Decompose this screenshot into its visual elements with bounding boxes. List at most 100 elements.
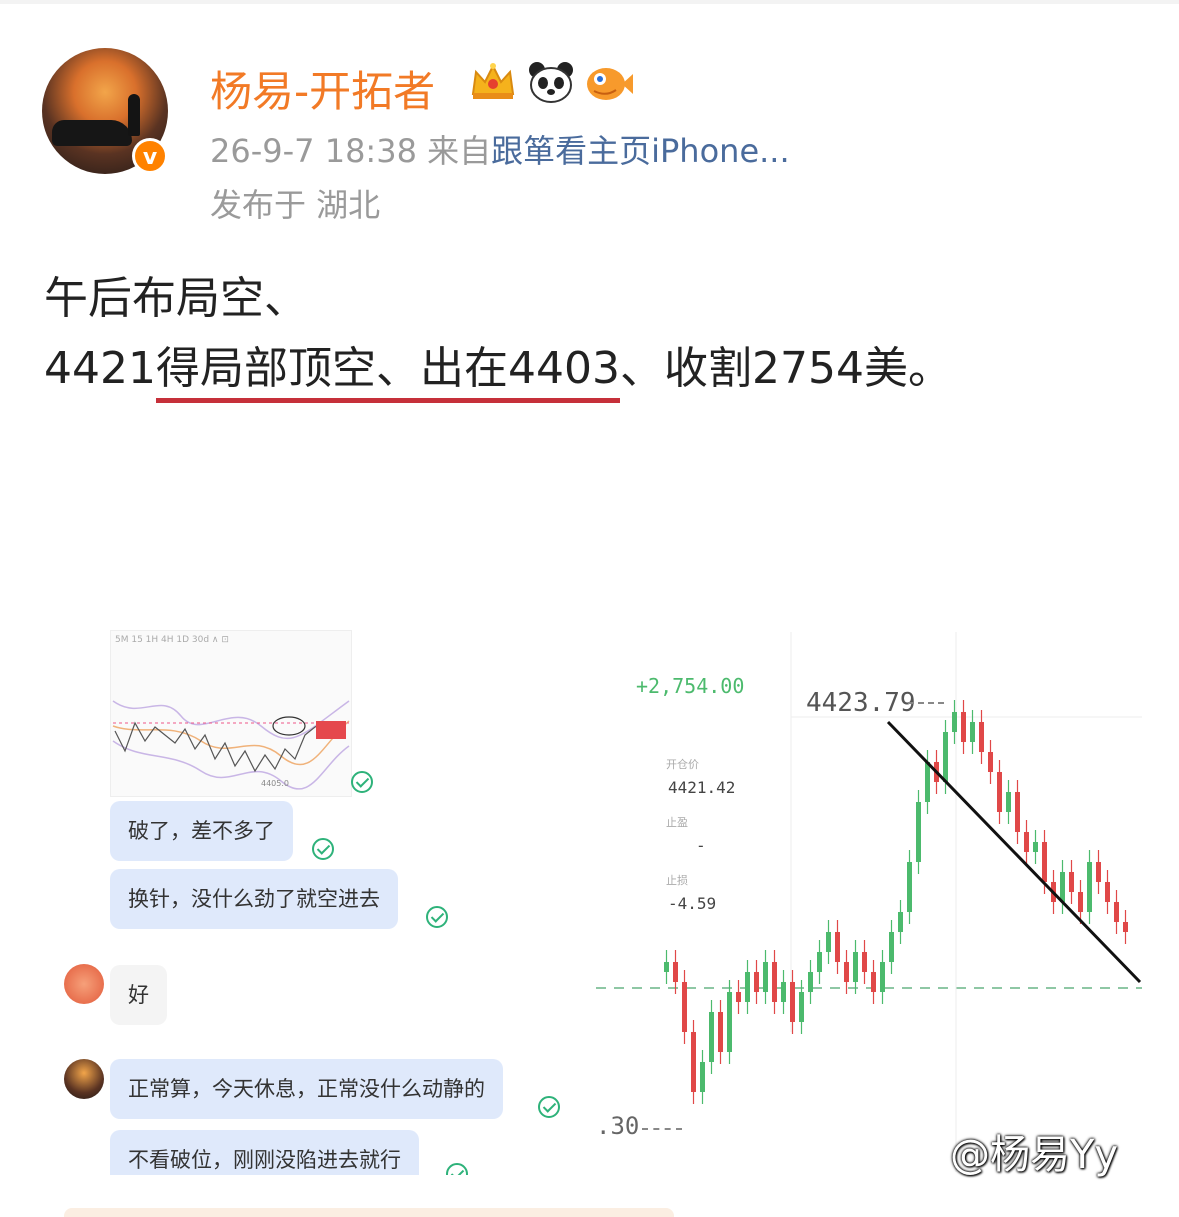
candle-body bbox=[718, 1012, 723, 1052]
mini-chart-toolbar: 5M 15 1H 4H 1D 30d ∧ ⊡ bbox=[115, 635, 229, 645]
high-price-label: 4423.79 bbox=[806, 688, 916, 718]
candle-body bbox=[826, 932, 831, 952]
candle-body bbox=[1123, 922, 1128, 932]
chat-bubble-2: 换针，没什么劲了就空进去 bbox=[110, 869, 398, 929]
chat-bubble-1: 破了，差不多了 bbox=[110, 801, 293, 861]
candle-body bbox=[970, 722, 975, 742]
post-text-line1: 午后布局空、 bbox=[44, 273, 308, 324]
candle-body bbox=[808, 972, 813, 992]
read-check-icon bbox=[446, 1163, 468, 1175]
open-price-label: 开仓价 bbox=[666, 758, 699, 771]
high-price-dash bbox=[908, 702, 944, 704]
candle-body bbox=[835, 932, 840, 962]
post-text-entry-price: 4421 bbox=[44, 343, 156, 394]
candle-body bbox=[745, 972, 750, 1002]
candle-body bbox=[790, 982, 795, 1022]
chat-avatar-self bbox=[64, 1059, 104, 1099]
chat-bubble-4: 正常算，今天休息，正常没什么动静的 bbox=[110, 1059, 503, 1119]
candles bbox=[664, 700, 1128, 1104]
post-image-chat[interactable]: 5M 15 1H 4H 1D 30d ∧ ⊡ 4405.0 破了，差不多了 换针… bbox=[60, 625, 570, 1175]
avatar-person-silhouette bbox=[128, 94, 140, 136]
candle-body bbox=[1078, 892, 1083, 912]
read-check-icon bbox=[538, 1096, 560, 1118]
mini-chart-thumbnail: 5M 15 1H 4H 1D 30d ∧ ⊡ 4405.0 bbox=[110, 630, 352, 797]
candle-body bbox=[925, 762, 930, 802]
candle-body bbox=[880, 962, 885, 992]
low-price-dash bbox=[642, 1128, 682, 1130]
candle-body bbox=[988, 752, 993, 772]
post-timestamp: 26-9-7 18:38 bbox=[210, 132, 417, 170]
candle-body bbox=[952, 712, 957, 732]
post-meta: 26-9-7 18:38 来自跟箪看主页iPhone... bbox=[210, 126, 790, 172]
candle-body bbox=[979, 722, 984, 752]
candle-body bbox=[736, 992, 741, 1002]
candle-body bbox=[664, 962, 669, 972]
candle-body bbox=[844, 962, 849, 982]
candle-body bbox=[1015, 792, 1020, 832]
candle-body bbox=[916, 802, 921, 862]
low-price-label: .30 bbox=[596, 1112, 640, 1140]
take-profit-label: 止盈 bbox=[666, 816, 688, 829]
stop-loss-label: 止损 bbox=[666, 874, 688, 887]
top-divider bbox=[0, 0, 1179, 4]
panda-icon[interactable] bbox=[526, 60, 576, 104]
chat-avatar-other bbox=[64, 964, 104, 1004]
post-image-trade-chart[interactable]: +2,754.00 开仓价 4421.42 止盈 - 止损 -4.59 4423… bbox=[596, 632, 1142, 1172]
username[interactable]: 杨易-开拓者 bbox=[210, 58, 435, 119]
verified-badge-icon: v bbox=[132, 138, 168, 174]
candle-body bbox=[1069, 872, 1074, 892]
candle-body bbox=[1060, 872, 1065, 902]
pufferfish-icon[interactable] bbox=[584, 60, 634, 104]
candle-body bbox=[1087, 862, 1092, 912]
chat-bubble-5: 不看破位，刚刚没陷进去就行 bbox=[110, 1130, 419, 1175]
candle-body bbox=[817, 952, 822, 972]
candle-body bbox=[889, 932, 894, 962]
post-text-profit: 、收割2754美。 bbox=[619, 343, 952, 394]
candle-body bbox=[682, 982, 687, 1032]
trend-line bbox=[886, 720, 1142, 984]
candle-body bbox=[898, 912, 903, 932]
candle-body bbox=[772, 962, 777, 1002]
source-prefix: 来自 bbox=[427, 132, 492, 170]
read-check-icon bbox=[426, 906, 448, 928]
candle-body bbox=[727, 992, 732, 1052]
candle-body bbox=[1006, 792, 1011, 812]
candle-body bbox=[673, 962, 678, 982]
candle-body bbox=[763, 962, 768, 992]
chat-bubble-3: 好 bbox=[110, 965, 167, 1025]
source-link[interactable]: 跟箪看主页iPhone... bbox=[491, 132, 790, 170]
mini-chart-low: 4405.0 bbox=[261, 779, 289, 788]
candle-body bbox=[1024, 832, 1029, 852]
candle-body bbox=[853, 952, 858, 982]
read-check-icon bbox=[351, 771, 373, 793]
candle-body bbox=[709, 1012, 714, 1062]
mini-chart-plot: 4405.0 bbox=[112, 700, 350, 790]
read-check-icon bbox=[312, 838, 334, 860]
candle-body bbox=[961, 712, 966, 742]
candle-body bbox=[691, 1032, 696, 1092]
open-price-value: 4421.42 bbox=[668, 778, 736, 797]
profit-value: +2,754.00 bbox=[636, 674, 745, 698]
candle-body bbox=[700, 1062, 705, 1092]
watermark: @杨易Yy bbox=[950, 1132, 1119, 1178]
candle-body bbox=[1096, 862, 1101, 882]
take-profit-value: - bbox=[696, 836, 706, 855]
candle-body bbox=[862, 952, 867, 972]
user-badges bbox=[468, 60, 634, 104]
candle-body bbox=[1042, 842, 1047, 882]
candle-body bbox=[781, 982, 786, 1002]
crown-icon[interactable] bbox=[468, 60, 518, 104]
post-location: 发布于 湖北 bbox=[210, 186, 381, 224]
candle-body bbox=[1033, 842, 1038, 852]
candle-body bbox=[907, 862, 912, 912]
candle-body bbox=[943, 732, 948, 782]
candle-body bbox=[754, 972, 759, 992]
candle-body bbox=[1114, 902, 1119, 922]
candle-body bbox=[1105, 882, 1110, 902]
candle-body bbox=[799, 992, 804, 1022]
next-item-strip bbox=[64, 1208, 674, 1217]
post-text-underlined: 得局部顶空、出在4403 bbox=[155, 343, 620, 403]
candle-body bbox=[997, 772, 1002, 812]
stop-loss-value: -4.59 bbox=[668, 894, 717, 913]
candle-body bbox=[871, 972, 876, 992]
